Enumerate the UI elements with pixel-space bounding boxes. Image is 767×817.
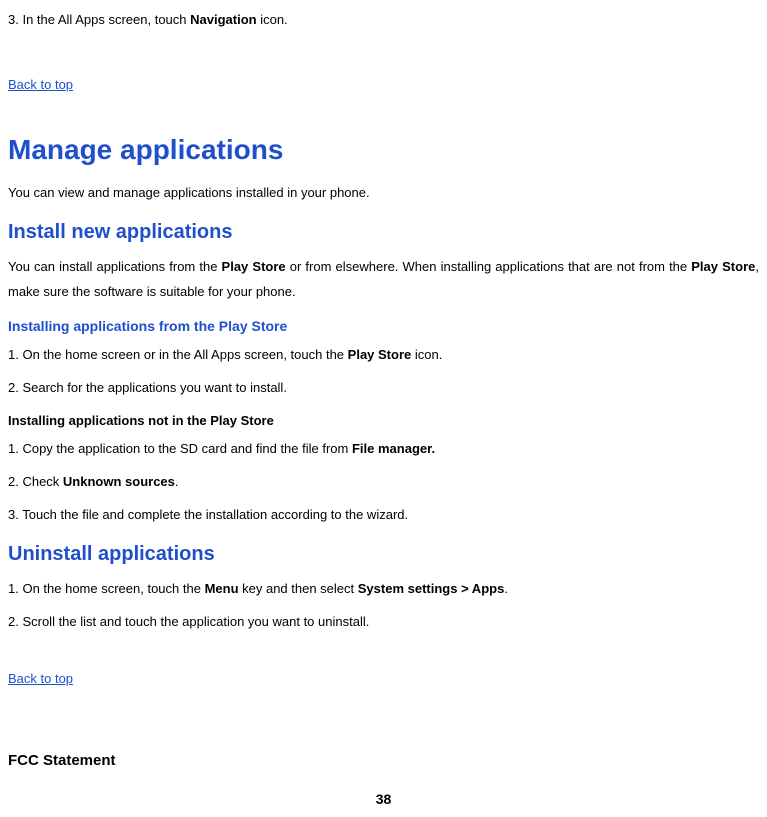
from-store-step-2: 2. Search for the applications you want … [8,376,759,401]
install-intro-b1: Play Store [222,259,286,274]
fcc-statement-heading: FCC Statement [8,747,759,776]
heading-install-new: Install new applications [8,213,759,251]
uninstall-1-mid: key and then select [239,581,358,596]
not-store-1-bold: File manager. [352,441,435,456]
install-intro-p1: You can install applications from the [8,259,222,274]
from-store-step-1: 1. On the home screen or in the All Apps… [8,343,759,368]
from-store-1-prefix: 1. On the home screen or in the All Apps… [8,347,348,362]
not-store-2-suffix: . [175,474,179,489]
heading-manage-applications: Manage applications [8,123,759,176]
install-intro-p2: or from elsewhere. When installing appli… [286,259,692,274]
uninstall-step-1: 1. On the home screen, touch the Menu ke… [8,577,759,602]
not-store-1-prefix: 1. Copy the application to the SD card a… [8,441,352,456]
install-intro-b2: Play Store [691,259,755,274]
uninstall-1-prefix: 1. On the home screen, touch the [8,581,205,596]
back-to-top-link-2[interactable]: Back to top [8,667,73,692]
uninstall-step-2: 2. Scroll the list and touch the applica… [8,610,759,635]
heading-from-play-store: Installing applications from the Play St… [8,313,759,340]
step-3-bold: Navigation [190,12,256,27]
heading-uninstall: Uninstall applications [8,535,759,573]
heading-not-play-store: Installing applications not in the Play … [8,409,759,434]
uninstall-1-suffix: . [504,581,508,596]
uninstall-1-bold2: System settings > Apps [358,581,505,596]
from-store-1-suffix: icon. [411,347,442,362]
not-store-step-2: 2. Check Unknown sources. [8,470,759,495]
install-intro-text: You can install applications from the Pl… [8,255,759,304]
back-to-top-link[interactable]: Back to top [8,73,73,98]
step-3-prefix: 3. In the All Apps screen, touch [8,12,190,27]
step-3-text: 3. In the All Apps screen, touch Navigat… [8,8,759,33]
not-store-step-3: 3. Touch the file and complete the insta… [8,503,759,528]
step-3-suffix: icon. [257,12,288,27]
uninstall-1-bold1: Menu [205,581,239,596]
not-store-step-1: 1. Copy the application to the SD card a… [8,437,759,462]
manage-intro-text: You can view and manage applications ins… [8,181,759,206]
page-number: 38 [8,786,759,813]
not-store-2-prefix: 2. Check [8,474,63,489]
not-store-2-bold: Unknown sources [63,474,175,489]
from-store-1-bold: Play Store [348,347,412,362]
